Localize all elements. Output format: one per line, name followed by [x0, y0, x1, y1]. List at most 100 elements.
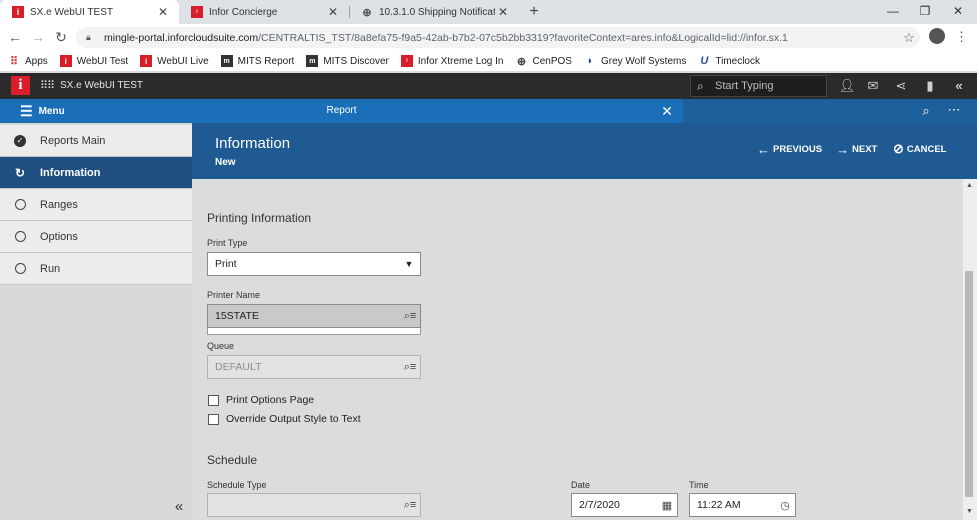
time-input[interactable]: 11:22 AM ◷ — [689, 493, 796, 517]
wolf-icon: ◗ — [586, 55, 594, 67]
browser-tab[interactable]: i SX.e WebUI TEST ✕ — [0, 0, 179, 24]
search-icon[interactable]: ⌕ — [917, 101, 935, 121]
printing-section-title: Printing Information — [207, 211, 312, 225]
wizard-step-list: ✓ Reports Main ↻ Information Ranges Opti… — [0, 125, 192, 285]
bookmark-cenpos[interactable]: ⊕ CenPOS — [516, 55, 572, 68]
autocomplete-dropdown — [207, 328, 421, 335]
queue-input[interactable]: DEFAULT ⌕≡ — [207, 355, 421, 379]
cancel-button[interactable]: ⊘ CANCEL — [893, 141, 947, 157]
address-bar-row: ← → ↻ 🔒︎ mingle-portal.inforcloudsuite.c… — [0, 24, 977, 51]
printer-name-label: Printer Name — [207, 290, 261, 300]
bookmark-mits-discover[interactable]: m MITS Discover — [306, 55, 389, 67]
previous-button[interactable]: ← PREVIOUS — [757, 141, 822, 157]
new-tab-button[interactable]: + — [525, 2, 543, 22]
lookup-icon[interactable]: ⌕≡ — [400, 310, 420, 323]
override-output-checkbox[interactable]: Override Output Style to Text — [208, 413, 361, 425]
app-grid-icon[interactable]: ⠿⠿ — [40, 79, 55, 93]
bookmark-timeclock[interactable]: U Timeclock — [698, 55, 760, 67]
tab-title: SX.e WebUI TEST — [30, 6, 113, 18]
form-area — [192, 179, 963, 520]
close-window-icon[interactable]: ✕ — [942, 0, 974, 24]
url-text: mingle-portal.inforcloudsuite.com/CENTRA… — [104, 31, 788, 44]
print-options-page-checkbox[interactable]: Print Options Page — [208, 394, 314, 406]
close-tab-icon[interactable]: ✕ — [495, 5, 511, 19]
browser-menu-icon[interactable]: ⋮ — [955, 28, 968, 46]
bookmark-star-icon[interactable]: ☆ — [898, 30, 920, 46]
infor-favicon-icon: i — [191, 6, 203, 18]
step-pending-icon — [13, 262, 27, 276]
bookmark-infor-xtreme[interactable]: i Infor Xtreme Log In — [400, 55, 504, 67]
bookmark-webui-live[interactable]: i WebUI Live — [140, 55, 209, 67]
profile-avatar-icon[interactable] — [929, 28, 945, 44]
schedule-type-input[interactable]: ⌕≡ — [207, 493, 421, 517]
search-placeholder: Start Typing — [715, 80, 774, 92]
close-report-icon[interactable]: ✕ — [659, 101, 675, 121]
infor-logo-icon[interactable]: i — [11, 76, 30, 95]
bookmark-webui-test[interactable]: i WebUI Test — [59, 55, 128, 67]
back-icon[interactable]: ← — [6, 28, 24, 46]
printer-name-input[interactable]: 15STATE ⌕≡ — [207, 304, 421, 328]
checkbox-box[interactable] — [208, 394, 219, 406]
step-pending-icon — [13, 198, 27, 212]
browser-tab[interactable]: i Infor Concierge ✕ — [179, 0, 349, 24]
lookup-icon[interactable]: ⌕≡ — [400, 361, 420, 374]
url-bar[interactable]: 🔒︎ mingle-portal.inforcloudsuite.com/CEN… — [76, 27, 920, 48]
share-icon[interactable]: ⋖ — [892, 77, 910, 95]
collapse-nav-icon[interactable]: « — [171, 499, 187, 515]
bookmarks-bar: ⠿ Apps i WebUI Test i WebUI Live m MITS … — [0, 51, 977, 72]
mail-icon[interactable]: ✉ — [864, 77, 882, 95]
wizard-step-reports-main[interactable]: ✓ Reports Main — [0, 125, 192, 157]
user-icon[interactable]: 👤︎ — [838, 77, 856, 95]
more-options-icon[interactable]: ⋯ — [945, 101, 963, 121]
globe-icon: ⊕ — [362, 6, 372, 19]
step-in-progress-icon: ↻ — [14, 165, 26, 180]
infor-favicon-icon: i — [140, 55, 153, 67]
bookmark-mits-report[interactable]: m MITS Report — [220, 55, 294, 67]
scroll-up-icon[interactable]: ▲ — [966, 182, 973, 189]
time-label: Time — [689, 480, 709, 490]
search-icon: ⌕ — [697, 78, 704, 93]
lock-icon: 🔒︎ — [86, 32, 91, 42]
mits-icon: m — [306, 55, 319, 67]
bookmark-icon[interactable]: ▮ — [921, 77, 939, 95]
scrollbar-thumb[interactable] — [965, 271, 973, 497]
wizard-nav: ✓ Reports Main ↻ Information Ranges Opti… — [0, 123, 192, 520]
calendar-icon[interactable]: ▦ — [657, 499, 677, 512]
report-bar: ☰ Menu Report ✕ ⌕ ⋯ — [0, 99, 977, 123]
globe-icon: ⊕ — [516, 55, 527, 68]
print-type-select[interactable]: Print ▼ — [207, 252, 421, 276]
wizard-step-options[interactable]: Options — [0, 221, 192, 253]
close-tab-icon[interactable]: ✕ — [155, 5, 171, 19]
checkbox-box[interactable] — [208, 413, 219, 425]
wizard-step-run[interactable]: Run — [0, 253, 192, 285]
app-header: i ⠿⠿ SX.e WebUI TEST ⌕ Start Typing 👤︎ ✉… — [0, 73, 977, 99]
step-complete-icon: ✓ — [13, 134, 27, 148]
close-tab-icon[interactable]: ✕ — [325, 5, 341, 19]
minimize-icon[interactable]: — — [877, 0, 909, 24]
global-search-input[interactable]: ⌕ Start Typing — [690, 75, 827, 97]
arrow-right-icon: → — [836, 141, 849, 157]
clock-icon[interactable]: ◷ — [775, 499, 795, 512]
restore-icon[interactable]: ❐ — [909, 0, 941, 24]
browser-tab[interactable]: ⊕ 10.3.1.0 Shipping Notification.bo ✕ — [349, 0, 519, 24]
wizard-step-ranges[interactable]: Ranges — [0, 189, 192, 221]
infor-favicon-icon: i — [12, 6, 24, 18]
date-input[interactable]: 2/7/2020 ▦ — [571, 493, 678, 517]
next-button[interactable]: → NEXT — [836, 141, 877, 157]
forward-icon[interactable]: → — [29, 28, 47, 46]
page-subtitle: New — [215, 157, 236, 168]
report-title: Report — [326, 105, 357, 116]
wizard-step-information[interactable]: ↻ Information — [0, 157, 192, 189]
app-title: SX.e WebUI TEST — [60, 80, 143, 91]
schedule-section-title: Schedule — [207, 453, 258, 467]
mits-icon: m — [220, 55, 233, 67]
lookup-icon[interactable]: ⌕≡ — [400, 499, 420, 512]
bookmark-apps[interactable]: ⠿ Apps — [8, 55, 48, 68]
print-type-label: Print Type — [207, 238, 248, 248]
bookmark-grey-wolf[interactable]: ◗ Grey Wolf Systems — [584, 55, 687, 67]
collapse-panel-icon[interactable]: « — [950, 77, 968, 95]
apps-grid-icon: ⠿ — [9, 55, 19, 68]
reload-icon[interactable]: ↻ — [52, 28, 70, 46]
content-header: Information New ← PREVIOUS → NEXT ⊘ CANC… — [192, 123, 977, 179]
scroll-down-icon[interactable]: ▼ — [966, 508, 973, 515]
